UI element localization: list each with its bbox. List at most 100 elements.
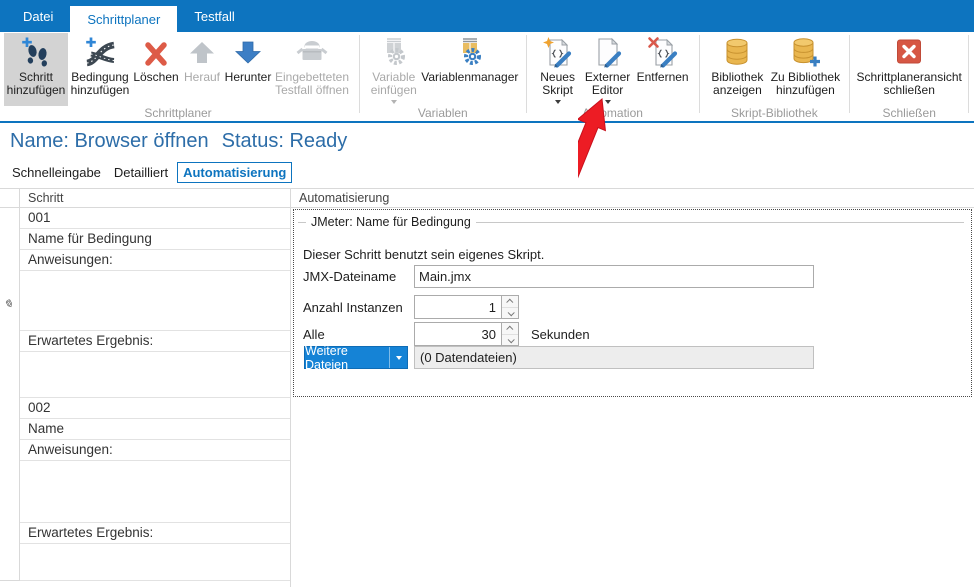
bedingung-hinzufuegen-button[interactable]: Bedingung hinzufügen [68,33,132,106]
eingebetteten-testfall-oeffnen-button: Eingebetteten Testfall öffnen [272,33,352,106]
automation-panel: Automatisierung JMeter: Name für Bedingu… [290,189,974,587]
ribbon-separator [699,35,700,113]
neues-skript-button[interactable]: Neues Skript [534,33,582,106]
ribbon-button-label: Schrittplaneransicht schließen [857,71,962,97]
interval-suffix-label: Sekunden [531,327,590,342]
variablenmanager-button[interactable]: Variablenmanager [421,33,519,106]
menu-tab-testfall[interactable]: Testfall [177,0,251,32]
steps-column-header: Schritt [20,189,290,208]
ribbon-button-label: Entfernen [637,71,689,84]
jmx-filename-label: JMX-Dateiname [303,269,396,284]
footprints-add-icon [20,36,52,68]
data-files-field: (0 Datendateien) [414,346,814,369]
schrittplaneransicht-schliessen-button[interactable]: Schrittplaneransicht schließen [857,33,961,106]
ribbon-button-label: Neues Skript [534,71,582,97]
app-window: Datei Schrittplaner Testfall [0,0,974,587]
ribbon-group-label: Skript-Bibliothek [706,106,842,121]
dropdown-arrow-icon [605,100,611,104]
ribbon-group-variablen: Variable einfügen Variablenmanager Vari [365,32,521,121]
spinner-down-button[interactable] [502,334,518,345]
dropdown-arrow-icon [391,100,397,104]
step-row-number[interactable]: 001 [20,208,290,229]
spinner-buttons [502,322,519,346]
weitere-dateien-button[interactable]: Weitere Dateien [304,346,408,369]
step-row-expected-value[interactable] [20,544,290,581]
schritt-hinzufuegen-button[interactable]: Schritt hinzufügen [4,33,68,106]
database-icon [721,36,753,68]
spinner-buttons [502,295,519,319]
script-description-text: Dieser Schritt benutzt sein eigenes Skri… [303,247,544,262]
step-row-number[interactable]: 002 [20,398,290,419]
groupbox-legend: JMeter: Name für Bedingung [298,215,964,229]
step-row-name[interactable]: Name [20,419,290,440]
steps-grid: Schritt 001 Name für Bedingung Anweisung… [20,189,290,581]
interval-label: Alle [303,327,325,342]
ribbon-separator [968,35,969,113]
ribbon-button-label: Externer Editor [582,71,634,97]
tab-automatisierung[interactable]: Automatisierung [177,162,292,183]
bibliothek-anzeigen-button[interactable]: Bibliothek anzeigen [706,33,768,106]
ribbon-button-label: Herauf [184,71,220,84]
branch-add-icon [84,36,116,68]
entfernen-button[interactable]: Entfernen [634,33,692,106]
externer-editor-button[interactable]: Externer Editor [582,33,634,106]
chevron-down-icon [507,309,514,316]
step-status-text: Status: Ready [222,130,348,152]
herunter-button[interactable]: Herunter [224,33,272,106]
step-row-name[interactable]: Name für Bedingung [20,229,290,250]
legend-line [476,222,964,223]
automation-column-header: Automatisierung [291,189,974,208]
step-row-instructions-value[interactable] [20,271,290,331]
gutter-header-cell [0,189,19,208]
ribbon-group-schrittplaner: Schritt hinzufügen Bedingung hinzufügen [2,32,354,121]
menu-tab-datei[interactable]: Datei [6,0,70,32]
script-new-icon [542,36,574,68]
ribbon-button-label: Herunter [225,71,272,84]
legend-line [298,222,306,223]
loeschen-button[interactable]: Löschen [132,33,180,106]
page-title: Name: Browser öffnen Status: Ready [10,130,974,156]
step-row-expected-label[interactable]: Erwartetes Ergebnis: [20,331,290,352]
main-content: ✎ Schritt 001 Name für Bedingung Anweisu… [0,188,974,587]
tab-detailliert[interactable]: Detailliert [110,163,172,182]
zu-bibliothek-hinzufuegen-button[interactable]: Zu Bibliothek hinzufügen [768,33,842,106]
jmx-filename-input[interactable] [414,265,814,288]
groupbox-title: JMeter: Name für Bedingung [306,215,476,229]
package-gear-gray-icon [378,36,410,68]
ribbon-separator [849,35,850,113]
spinner-up-button[interactable] [502,296,518,307]
chevron-up-icon [506,299,513,306]
ribbon-button-label: Bedingung hinzufügen [68,71,132,97]
delete-x-icon [140,36,172,68]
row-edit-pencil-icon: ✎ [2,297,15,311]
dropdown-arrow-icon [396,356,402,360]
step-name-text: Name: Browser öffnen [10,130,209,152]
chevron-up-icon [506,326,513,333]
spinner-up-button[interactable] [502,323,518,334]
weitere-dateien-button-label: Weitere Dateien [305,347,389,368]
ribbon-group-label: Schließen [857,106,961,121]
ribbon-button-label: Variablenmanager [421,71,518,84]
weitere-dateien-dropdown[interactable] [389,347,407,368]
interval-spinner [414,322,519,346]
step-row-expected-label[interactable]: Erwartetes Ergebnis: [20,523,290,544]
instances-input[interactable] [414,295,502,319]
document-pencil-icon [592,36,624,68]
step-row-instructions-value[interactable] [20,461,290,523]
ribbon-button-label: Bibliothek anzeigen [706,71,768,97]
spinner-down-button[interactable] [502,307,518,318]
herauf-button: Herauf [180,33,224,106]
ribbon-separator [526,35,527,113]
step-row-instructions-label[interactable]: Anweisungen: [20,250,290,271]
view-tabs: Schnelleingabe Detailliert Automatisieru… [8,161,974,183]
interval-input[interactable] [414,322,502,346]
tab-schnelleingabe[interactable]: Schnelleingabe [8,163,105,182]
ribbon-button-label: Schritt hinzufügen [4,71,68,97]
step-row-expected-value[interactable] [20,352,290,398]
instances-label: Anzahl Instanzen [303,300,403,315]
menu-tab-schrittplaner[interactable]: Schrittplaner [70,6,177,32]
ribbon: Schritt hinzufügen Bedingung hinzufügen [0,32,974,123]
row-header-gutter: ✎ [0,189,20,581]
automation-detail-panel: JMeter: Name für Bedingung Dieser Schrit… [293,209,972,397]
step-row-instructions-label[interactable]: Anweisungen: [20,440,290,461]
